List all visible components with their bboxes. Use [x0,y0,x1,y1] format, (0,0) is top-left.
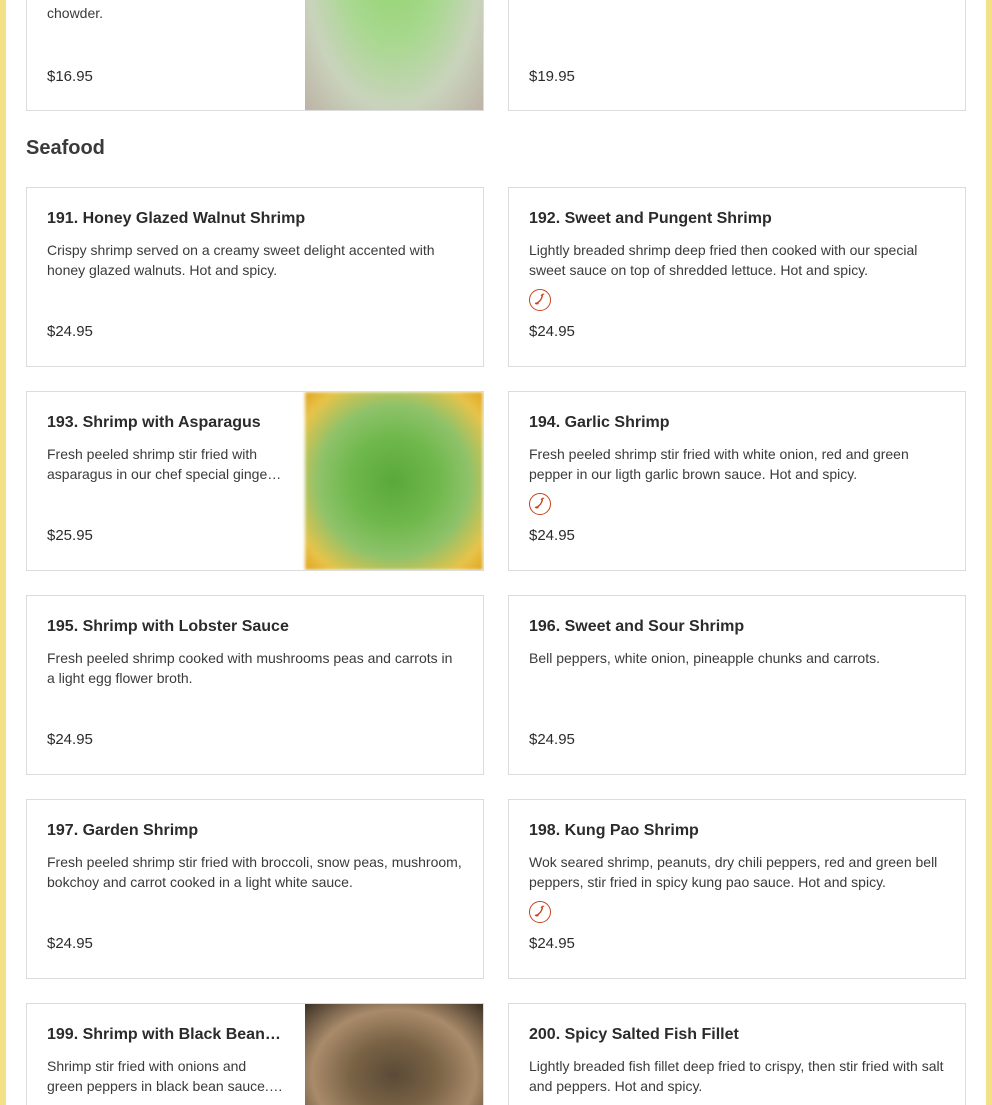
menu-item-price: $24.95 [529,527,575,544]
menu-item-price: $24.95 [529,731,575,748]
menu-item-card[interactable]: 196. Sweet and Sour Shrimp Bell peppers,… [508,595,966,775]
menu-item-card[interactable]: 200. Spicy Salted Fish Fillet Lightly br… [508,1003,966,1105]
menu-item-price: $24.95 [47,731,93,748]
menu-item-name: 196. Sweet and Sour Shrimp [529,618,745,635]
menu-item-name: 192. Sweet and Pungent Shrimp [529,210,772,227]
menu-item-photo[interactable] [305,0,483,110]
menu-item-description: Crispy shrimp served on a creamy sweet d… [47,242,435,278]
menu-item-card[interactable]: 193. Shrimp with Asparagus Fresh peeled … [26,391,484,571]
menu-item-price: $25.95 [47,527,93,544]
menu-item-price: $16.95 [47,68,93,85]
menu-item-name: 193. Shrimp with Asparagus [47,414,261,431]
menu-item-name: 195. Shrimp with Lobster Sauce [47,618,289,635]
menu-item-description: Fresh peeled shrimp stir fried with aspa… [47,446,272,482]
menu-item-card[interactable]: 198. Kung Pao Shrimp Wok seared shrimp, … [508,799,966,979]
menu-item-description: Shrimp stir fried with onions and green … [47,1058,269,1094]
menu-item-photo[interactable] [305,392,483,570]
menu-item-price: $24.95 [529,935,575,952]
menu-item-name: 197. Garden Shrimp [47,822,199,839]
menu-item-description: Fresh peeled shrimp stir fried with broc… [47,854,462,890]
menu-item-description: chowder. [47,5,104,21]
chili-pepper-icon [529,289,551,311]
menu-item-description: Lightly breaded shrimp deep fried then c… [529,242,918,278]
menu-item-card[interactable]: $19.95 [508,0,966,111]
menu-item-card[interactable]: 199. Shrimp with Black Bean Sauce Shrimp… [26,1003,484,1105]
menu-item-name: 199. Shrimp with Black Bean Sauce [47,1026,285,1043]
menu-item-description: Wok seared shrimp, peanuts, dry chili pe… [529,854,938,890]
section-title: Seafood [26,137,105,159]
chili-pepper-icon [529,493,551,515]
menu-item-name: 200. Spicy Salted Fish Fillet [529,1026,739,1043]
menu-item-name: 194. Garlic Shrimp [529,414,670,431]
chili-pepper-icon [529,901,551,923]
menu-item-card[interactable]: 192. Sweet and Pungent Shrimp Lightly br… [508,187,966,367]
menu-item-card[interactable]: 191. Honey Glazed Walnut Shrimp Crispy s… [26,187,484,367]
menu-item-price: $24.95 [47,935,93,952]
menu-item-description: Lightly breaded fish fillet deep fried t… [529,1058,944,1094]
menu-item-card[interactable]: 197. Garden Shrimp Fresh peeled shrimp s… [26,799,484,979]
menu-item-price: $19.95 [529,68,575,85]
menu-item-description: Fresh peeled shrimp cooked with mushroom… [47,650,453,686]
menu-item-photo[interactable] [305,1004,483,1105]
menu-item-price: $24.95 [47,323,93,340]
left-accent-bar [0,0,6,1105]
right-accent-bar [986,0,992,1105]
menu-item-name: 198. Kung Pao Shrimp [529,822,699,839]
menu-item-card[interactable]: 195. Shrimp with Lobster Sauce Fresh pee… [26,595,484,775]
menu-item-name: 191. Honey Glazed Walnut Shrimp [47,210,306,227]
menu-item-description: Bell peppers, white onion, pineapple chu… [529,650,880,666]
menu-item-price: $24.95 [529,323,575,340]
menu-item-card[interactable]: chowder. $16.95 [26,0,484,111]
menu-item-card[interactable]: 194. Garlic Shrimp Fresh peeled shrimp s… [508,391,966,571]
menu-item-description: Fresh peeled shrimp stir fried with whit… [529,446,909,482]
